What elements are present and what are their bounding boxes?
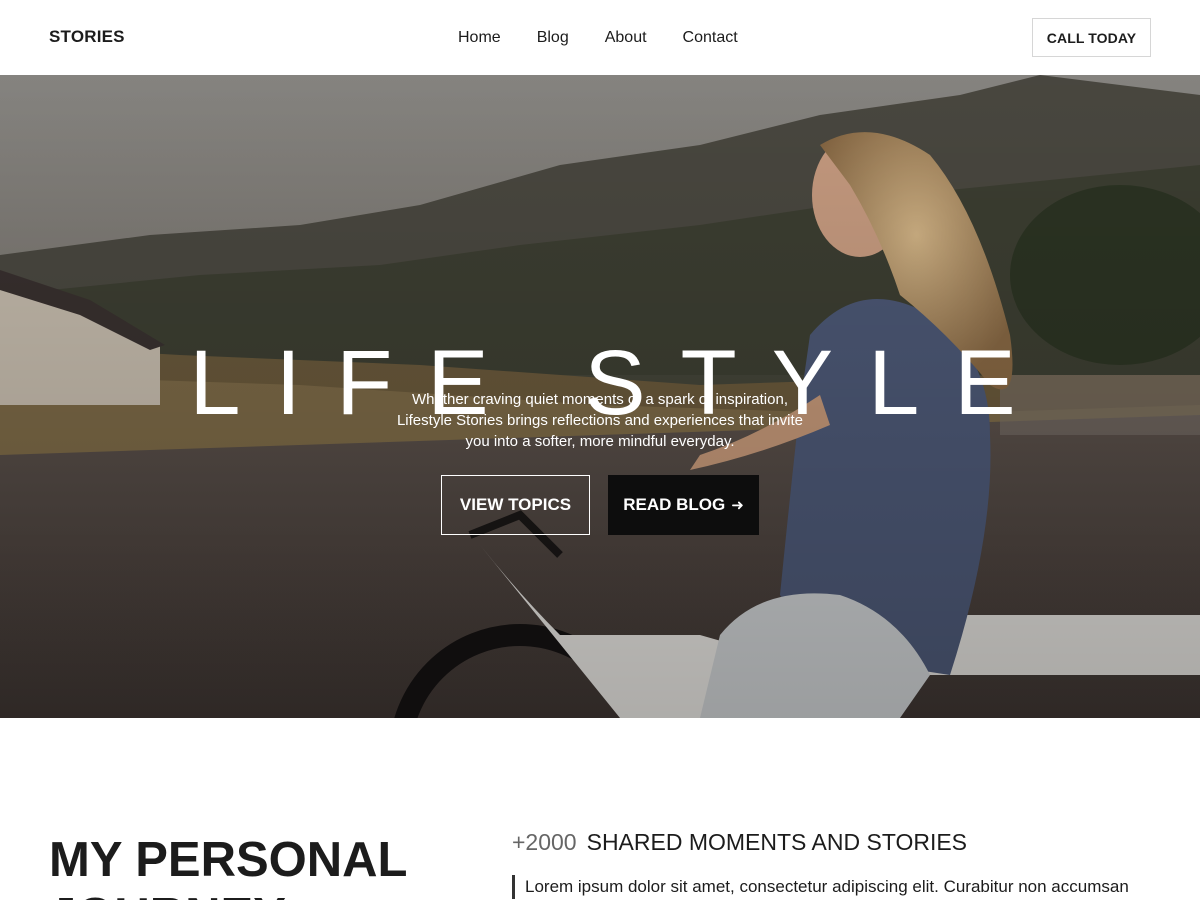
nav-contact[interactable]: Contact <box>683 29 738 47</box>
site-header: STORIES Home Blog About Contact CALL TOD… <box>0 0 1200 75</box>
journey-title: MY PERSONAL JOURNEY <box>49 833 407 900</box>
hero-section: LIFE STYLE Whether craving quiet moments… <box>0 75 1200 718</box>
read-blog-label: READ BLOG <box>623 495 726 514</box>
hero-subtitle: Whether craving quiet moments or a spark… <box>396 391 804 450</box>
stat-label: SHARED MOMENTS AND STORIES <box>586 829 968 855</box>
main-nav: Home Blog About Contact <box>458 29 738 47</box>
call-today-button[interactable]: CALL TODAY <box>1032 18 1151 57</box>
stat-number: +2000 <box>512 829 577 855</box>
journey-quote: Lorem ipsum dolor sit amet, consectetur … <box>512 875 1172 899</box>
stat-line: +2000 SHARED MOMENTS AND STORIES <box>512 829 967 856</box>
view-topics-button[interactable]: VIEW TOPICS <box>441 475 590 535</box>
nav-home[interactable]: Home <box>458 29 501 47</box>
read-blog-button[interactable]: READ BLOG ➜ <box>608 475 759 535</box>
nav-blog[interactable]: Blog <box>537 29 569 47</box>
logo[interactable]: STORIES <box>49 27 125 47</box>
nav-about[interactable]: About <box>605 29 647 47</box>
arrow-right-icon: ➜ <box>731 497 744 514</box>
